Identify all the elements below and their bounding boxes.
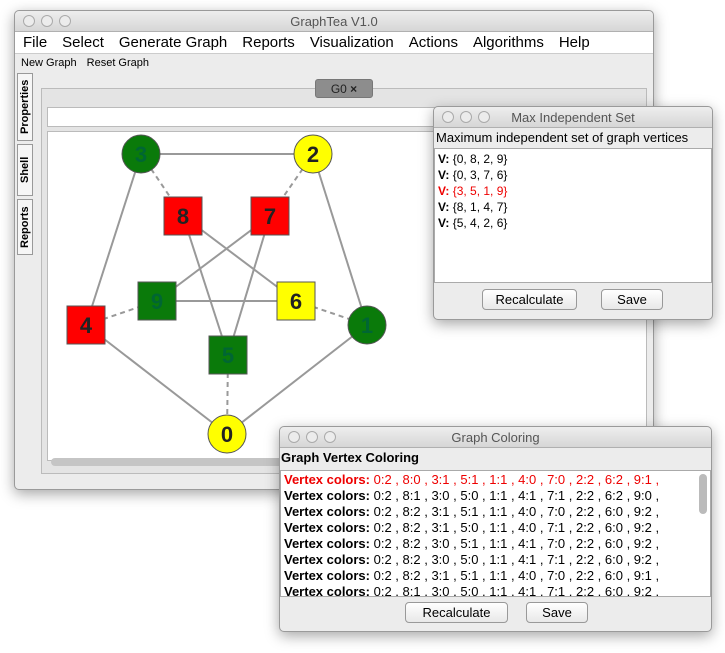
list-item[interactable]: Vertex colors: 0:2 , 8:1 , 3:0 , 5:0 , 1… [281, 584, 710, 597]
row-value: {8, 1, 4, 7} [452, 200, 508, 214]
list-item[interactable]: Vertex colors: 0:2 , 8:2 , 3:1 , 5:1 , 1… [281, 504, 710, 520]
close-button[interactable] [442, 111, 454, 123]
list-item[interactable]: V: {0, 3, 7, 6} [435, 167, 711, 183]
row-value: 0:2 , 8:0 , 3:1 , 5:1 , 1:1 , 4:0 , 7:0 … [373, 472, 660, 487]
row-prefix: Vertex colors: [284, 488, 370, 503]
row-prefix: V: [438, 168, 450, 182]
row-prefix: V: [438, 152, 450, 166]
row-prefix: Vertex colors: [284, 536, 370, 551]
row-prefix: V: [438, 216, 450, 230]
list-item[interactable]: Vertex colors: 0:2 , 8:2 , 3:1 , 5:0 , 1… [281, 520, 710, 536]
vertex-label: 6 [290, 289, 302, 314]
row-value: 0:2 , 8:2 , 3:1 , 5:0 , 1:1 , 4:0 , 7:1 … [373, 520, 660, 535]
vertex-label: 2 [307, 142, 319, 167]
graph-edge[interactable] [182, 215, 229, 356]
vertex-label: 8 [177, 204, 189, 229]
save-button[interactable]: Save [526, 602, 588, 623]
row-prefix: Vertex colors: [284, 520, 370, 535]
row-value: 0:2 , 8:2 , 3:1 , 5:1 , 1:1 , 4:0 , 7:0 … [373, 568, 660, 583]
close-button[interactable] [288, 431, 300, 443]
row-prefix: V: [438, 200, 450, 214]
row-value: {0, 3, 7, 6} [452, 168, 508, 182]
graph-edge[interactable] [85, 324, 228, 435]
list-item[interactable]: Vertex colors: 0:2 , 8:2 , 3:0 , 5:0 , 1… [281, 552, 710, 568]
list-item[interactable]: V: {5, 4, 2, 6} [435, 215, 711, 231]
title-bar: Graph Coloring [280, 427, 711, 448]
mis-list[interactable]: V: {0, 8, 2, 9} V: {0, 3, 7, 6} V: {3, 5, … [434, 148, 712, 283]
list-item[interactable]: V: {3, 5, 1, 9} [435, 183, 711, 199]
coloring-list[interactable]: Vertex colors: 0:2 , 8:0 , 3:1 , 5:1 , 1… [280, 470, 711, 597]
graph-edge[interactable] [85, 153, 142, 326]
graph-edge[interactable] [312, 153, 368, 326]
row-prefix: Vertex colors: [284, 568, 370, 583]
vertex-label: 5 [222, 343, 234, 368]
graph-edge[interactable] [227, 215, 271, 356]
row-prefix: V: [438, 184, 450, 198]
row-value: 0:2 , 8:1 , 3:0 , 5:0 , 1:1 , 4:1 , 7:1 … [373, 488, 660, 503]
row-prefix: Vertex colors: [284, 584, 370, 597]
row-value: 0:2 , 8:2 , 3:0 , 5:1 , 1:1 , 4:1 , 7:0 … [373, 536, 660, 551]
row-value: 0:2 , 8:2 , 3:1 , 5:1 , 1:1 , 4:0 , 7:0 … [373, 504, 660, 519]
graph-edge[interactable] [226, 324, 368, 435]
row-prefix: Vertex colors: [284, 472, 370, 487]
zoom-button[interactable] [324, 431, 336, 443]
mis-header: Maximum independent set of graph vertice… [436, 130, 689, 145]
vertex-label: 0 [221, 422, 233, 447]
recalculate-button[interactable]: Recalculate [405, 602, 508, 623]
dialog-title: Graph Coloring [451, 430, 540, 445]
coloring-header: Graph Vertex Coloring [281, 450, 419, 465]
row-value: {0, 8, 2, 9} [452, 152, 508, 166]
graph-coloring-dialog: Graph Coloring Graph Vertex Coloring Ver… [279, 426, 712, 632]
save-button[interactable]: Save [601, 289, 663, 310]
list-item[interactable]: Vertex colors: 0:2 , 8:2 , 3:0 , 5:1 , 1… [281, 536, 710, 552]
vertex-label: 9 [151, 289, 163, 314]
max-independent-set-dialog: Max Independent Set Maximum independent … [433, 106, 713, 320]
row-value: 0:2 , 8:1 , 3:0 , 5:0 , 1:1 , 4:1 , 7:1 … [373, 584, 660, 597]
vertex-label: 4 [80, 313, 93, 338]
row-prefix: Vertex colors: [284, 552, 370, 567]
vertex-label: 3 [135, 142, 147, 167]
row-prefix: Vertex colors: [284, 504, 370, 519]
list-item[interactable]: V: {0, 8, 2, 9} [435, 151, 711, 167]
list-item[interactable]: Vertex colors: 0:2 , 8:0 , 3:1 , 5:1 , 1… [281, 472, 710, 488]
minimize-button[interactable] [460, 111, 472, 123]
title-bar: Max Independent Set [434, 107, 712, 128]
list-item[interactable]: Vertex colors: 0:2 , 8:2 , 3:1 , 5:1 , 1… [281, 568, 710, 584]
list-item[interactable]: V: {8, 1, 4, 7} [435, 199, 711, 215]
dialog-title: Max Independent Set [511, 110, 635, 125]
minimize-button[interactable] [306, 431, 318, 443]
zoom-button[interactable] [478, 111, 490, 123]
recalculate-button[interactable]: Recalculate [482, 289, 577, 310]
row-value: 0:2 , 8:2 , 3:0 , 5:0 , 1:1 , 4:1 , 7:1 … [373, 552, 660, 567]
row-value: {3, 5, 1, 9} [452, 184, 508, 198]
list-item[interactable]: Vertex colors: 0:2 , 8:1 , 3:0 , 5:0 , 1… [281, 488, 710, 504]
vertical-scrollbar[interactable] [699, 474, 707, 514]
row-value: {5, 4, 2, 6} [452, 216, 508, 230]
vertex-label: 1 [361, 313, 373, 338]
vertex-label: 7 [264, 204, 276, 229]
